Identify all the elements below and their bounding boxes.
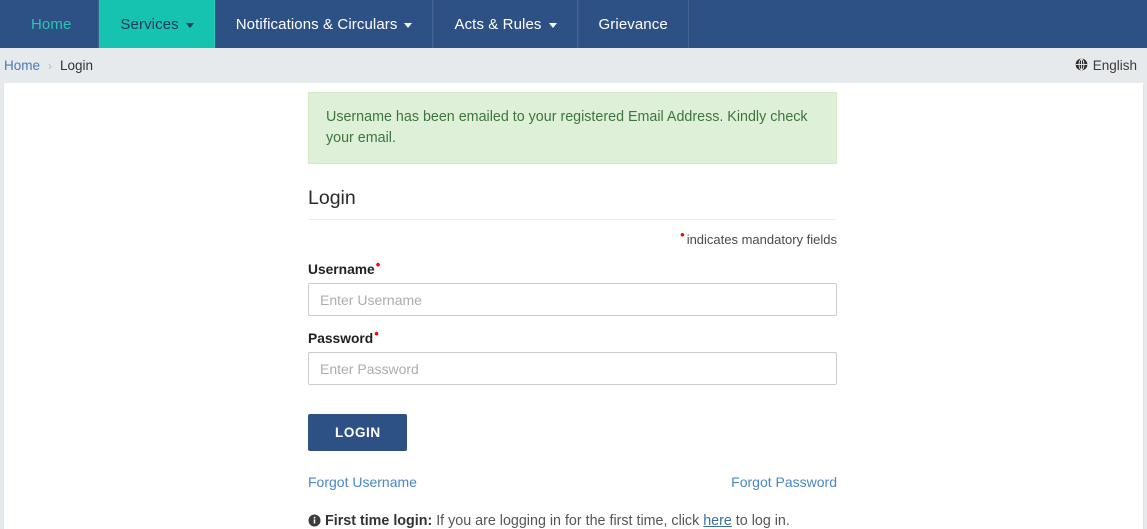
username-input[interactable]: [308, 283, 837, 317]
forgot-links-row: Forgot Username Forgot Password: [308, 474, 837, 490]
nav-item-notifications-circulars-label: Notifications & Circulars: [235, 15, 398, 33]
page-title: Login: [308, 187, 837, 221]
field-password-label-text: Password: [308, 331, 374, 347]
breadcrumb-separator-icon: ›: [48, 58, 53, 73]
content-panel: Username has been emailed to your regist…: [3, 83, 1144, 529]
nav-item-acts-rules[interactable]: Acts & Rules: [433, 0, 578, 48]
field-password: Password•: [308, 327, 837, 386]
first-time-login-bold-label: First time login:: [325, 513, 433, 529]
first-time-login-note: First time login: If you are logging in …: [308, 511, 837, 529]
nav-item-grievance[interactable]: Grievance: [577, 0, 689, 48]
alert-message-text: Username has been emailed to your regist…: [326, 109, 808, 146]
nav-item-services-label: Services: [120, 15, 179, 33]
breadcrumb-link-home[interactable]: Home: [4, 58, 40, 73]
required-marker-icon: •: [374, 325, 379, 341]
field-username: Username•: [308, 258, 837, 317]
nav-item-grievance-label: Grievance: [598, 15, 668, 33]
breadcrumb-current-login: Login: [60, 58, 94, 73]
mandatory-note-text: indicates mandatory fields: [686, 232, 837, 248]
field-username-label-text: Username: [308, 262, 375, 278]
nav-item-home[interactable]: Home: [4, 0, 100, 48]
mandatory-fields-note: • indicates mandatory fields: [308, 228, 837, 248]
required-marker-icon: •: [680, 227, 685, 243]
login-form-column: Username has been emailed to your regist…: [308, 84, 837, 529]
main-navigation-bar: Home Services Notifications & Circulars …: [0, 0, 1147, 48]
chevron-down-icon: [548, 22, 557, 28]
first-time-login-text-after: to log in.: [731, 513, 790, 529]
login-button[interactable]: LOGIN: [308, 414, 407, 452]
required-marker-icon: •: [375, 256, 381, 272]
info-circle-icon: [308, 513, 321, 529]
nav-item-services[interactable]: Services: [99, 0, 215, 48]
breadcrumb-bar: Home › Login English: [0, 48, 1147, 83]
first-time-login-text-before: If you are logging in for the first time…: [432, 513, 704, 529]
language-label: English: [1092, 58, 1137, 73]
field-username-label: Username•: [308, 258, 837, 278]
nav-item-home-label: Home: [31, 15, 72, 33]
chevron-down-icon: [404, 22, 413, 28]
chevron-down-icon: [185, 22, 194, 28]
language-selector[interactable]: English: [1075, 58, 1137, 74]
nav-item-notifications-circulars[interactable]: Notifications & Circulars: [214, 0, 434, 48]
globe-icon: [1075, 58, 1088, 74]
nav-item-acts-rules-label: Acts & Rules: [454, 15, 542, 33]
password-input[interactable]: [308, 352, 837, 386]
field-password-label: Password•: [308, 327, 837, 347]
first-time-login-here-link[interactable]: here: [703, 513, 732, 529]
alert-success-message: Username has been emailed to your regist…: [308, 92, 837, 165]
forgot-username-link[interactable]: Forgot Username: [308, 474, 417, 490]
forgot-password-link[interactable]: Forgot Password: [731, 474, 837, 490]
